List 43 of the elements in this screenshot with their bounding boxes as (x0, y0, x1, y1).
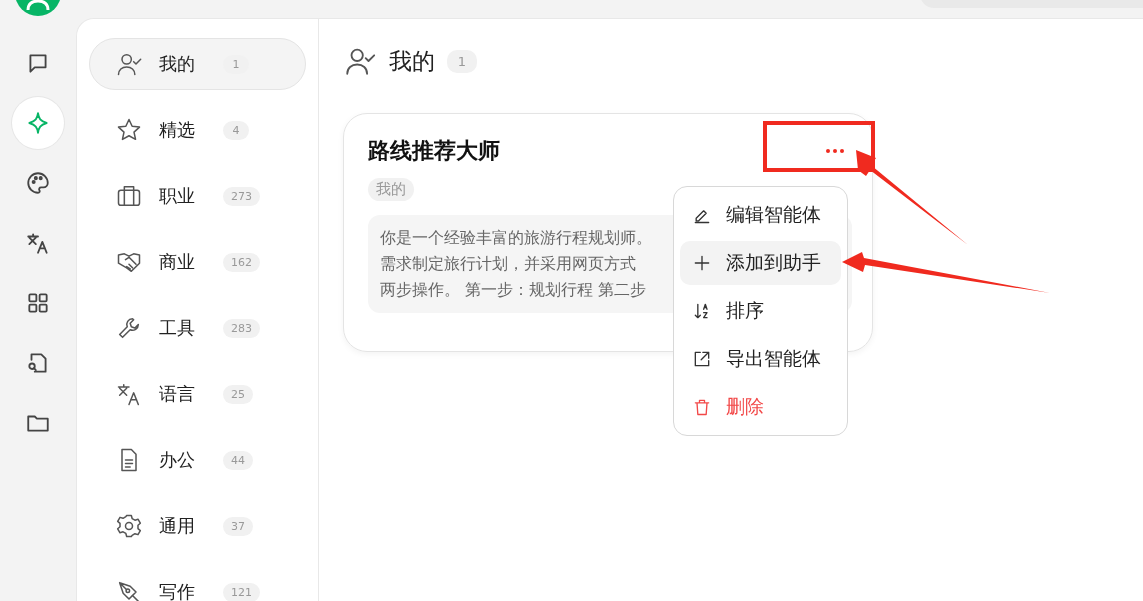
category-label: 商业 (159, 250, 196, 274)
export-icon (692, 349, 712, 369)
category-label: 通用 (159, 514, 196, 538)
category-label: 我的 (159, 52, 196, 76)
category-label: 写作 (159, 580, 196, 601)
menu-item[interactable]: 编辑智能体 (680, 193, 841, 237)
category-item[interactable]: 语言 25 (89, 368, 306, 420)
category-item[interactable]: 写作 121 (89, 566, 306, 601)
category-label: 语言 (159, 382, 196, 406)
count-badge: 4 (223, 120, 249, 140)
category-item[interactable]: 职业 273 (89, 170, 306, 222)
category-label: 办公 (159, 448, 196, 472)
menu-item[interactable]: 删除 (680, 385, 841, 429)
category-label: 工具 (159, 316, 196, 340)
description-line: 需求制定旅行计划，并采用网页方式 (380, 253, 636, 275)
count-badge: 37 (223, 516, 253, 536)
menu-item[interactable]: 导出智能体 (680, 337, 841, 381)
sparkle-icon[interactable] (12, 97, 64, 149)
count-badge: 25 (223, 384, 253, 404)
count-badge: 283 (223, 318, 260, 338)
description-line: 你是一个经验丰富的旅游行程规划师。 (380, 227, 652, 249)
category-item[interactable]: 精选 4 (89, 104, 306, 156)
category-label: 精选 (159, 118, 196, 142)
category-item[interactable]: 商业 162 (89, 236, 306, 288)
gear-icon (115, 512, 143, 540)
count-badge: 1 (447, 49, 477, 73)
agent-title: 路线推荐大师 (368, 137, 500, 165)
count-badge: 44 (223, 450, 253, 470)
count-badge: 273 (223, 186, 260, 206)
category-item[interactable]: 工具 283 (89, 302, 306, 354)
menu-item[interactable]: 排序 (680, 289, 841, 333)
category-item[interactable]: 我的 1 (89, 38, 306, 90)
menu-item[interactable]: 添加到助手 (680, 241, 841, 285)
agent-tag: 我的 (368, 178, 414, 201)
category-item[interactable]: 通用 37 (89, 500, 306, 552)
count-badge: 121 (223, 582, 260, 601)
category-label: 职业 (159, 184, 196, 208)
plus-icon (692, 253, 712, 273)
category-item[interactable]: 办公 44 (89, 434, 306, 486)
trash-icon (692, 397, 712, 417)
count-badge: 162 (223, 252, 260, 272)
page-title: 我的 (389, 46, 435, 76)
description-line: 两步操作。 第一步：规划行程 第二步 (380, 279, 647, 301)
